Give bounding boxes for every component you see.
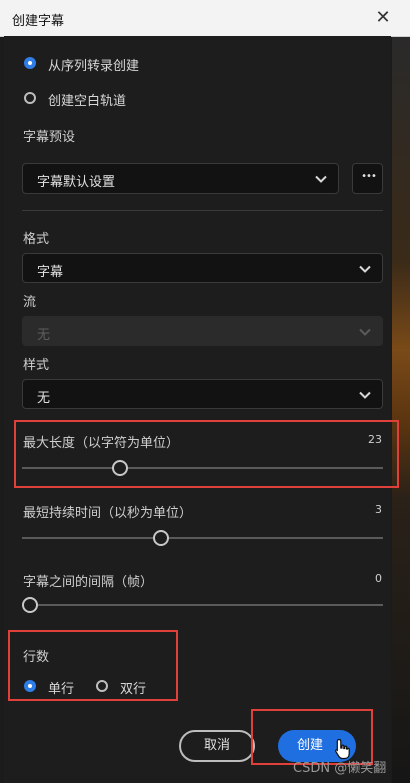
- section-divider: [22, 210, 383, 211]
- min-duration-value: 3: [375, 503, 382, 516]
- preset-more-button[interactable]: •••: [352, 163, 383, 194]
- chevron-down-icon: [359, 391, 371, 399]
- preset-select[interactable]: 字幕默认设置: [22, 163, 339, 194]
- stream-label: 流: [23, 295, 37, 310]
- title-bar: 创建字幕 ✕: [0, 0, 410, 37]
- highlight-box-max-length: [14, 420, 399, 488]
- radio-selected-icon[interactable]: [24, 57, 36, 69]
- background-video-strip: [392, 36, 410, 783]
- more-dots-icon: •••: [361, 171, 377, 182]
- window-title: 创建字幕: [12, 14, 65, 29]
- source-option-blank-track-label: 创建空白轨道: [48, 94, 127, 109]
- min-duration-slider-thumb[interactable]: [153, 530, 170, 546]
- format-select[interactable]: 字幕: [22, 253, 383, 283]
- stream-value: 无: [37, 328, 51, 343]
- preset-label: 字幕预设: [23, 130, 76, 145]
- min-duration-slider-track[interactable]: [22, 537, 383, 539]
- chevron-down-icon: [359, 328, 371, 336]
- chevron-down-icon: [315, 175, 327, 183]
- style-select[interactable]: 无: [22, 379, 383, 409]
- style-label: 样式: [23, 358, 50, 373]
- radio-unselected-icon[interactable]: [24, 92, 36, 104]
- watermark-text: CSDN @懒笑翻: [293, 761, 387, 776]
- close-icon[interactable]: ✕: [370, 5, 396, 31]
- preset-value: 字幕默认设置: [37, 175, 116, 190]
- gap-label: 字幕之间的间隔（帧）: [23, 575, 154, 590]
- format-value: 字幕: [37, 265, 64, 280]
- gap-slider-thumb[interactable]: [22, 597, 38, 613]
- min-duration-label: 最短持续时间（以秒为单位）: [23, 506, 193, 521]
- gap-slider-track[interactable]: [22, 604, 383, 606]
- highlight-box-lines: [8, 630, 178, 701]
- source-option-transcribe-label: 从序列转录创建: [48, 59, 140, 74]
- chevron-down-icon: [359, 265, 371, 273]
- stream-select: 无: [22, 316, 383, 346]
- style-value: 无: [37, 391, 51, 406]
- gap-value: 0: [375, 572, 382, 585]
- cancel-button[interactable]: 取消: [179, 730, 255, 762]
- format-label: 格式: [23, 232, 50, 247]
